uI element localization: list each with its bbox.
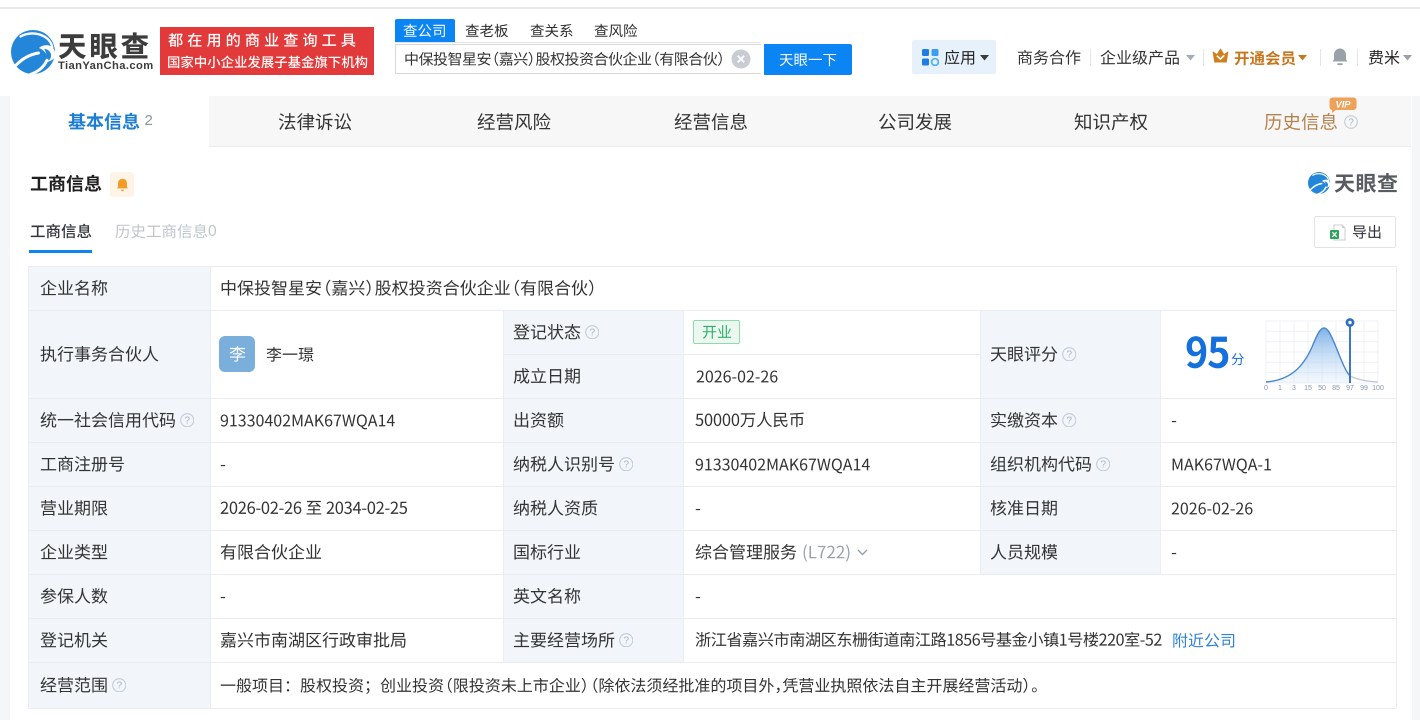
svg-text:?: ? (589, 327, 595, 338)
svg-text:?: ? (623, 635, 629, 646)
svg-text:50: 50 (1318, 385, 1326, 391)
svg-text:1: 1 (1278, 385, 1282, 391)
svg-text:15: 15 (1304, 385, 1312, 391)
svg-text:?: ? (184, 415, 190, 426)
svg-text:?: ? (623, 459, 629, 470)
svg-text:?: ? (1066, 349, 1072, 360)
svg-text:?: ? (1348, 117, 1354, 128)
svg-text:3: 3 (1292, 385, 1296, 391)
svg-text:?: ? (1066, 415, 1072, 426)
svg-text:100: 100 (1372, 385, 1384, 391)
svg-text:0: 0 (1264, 385, 1268, 391)
svg-text:99: 99 (1360, 385, 1368, 391)
svg-text:?: ? (116, 680, 122, 691)
svg-text:85: 85 (1332, 385, 1340, 391)
svg-text:VIP: VIP (1336, 100, 1352, 110)
svg-text:?: ? (1100, 459, 1106, 470)
svg-text:97: 97 (1346, 385, 1354, 391)
